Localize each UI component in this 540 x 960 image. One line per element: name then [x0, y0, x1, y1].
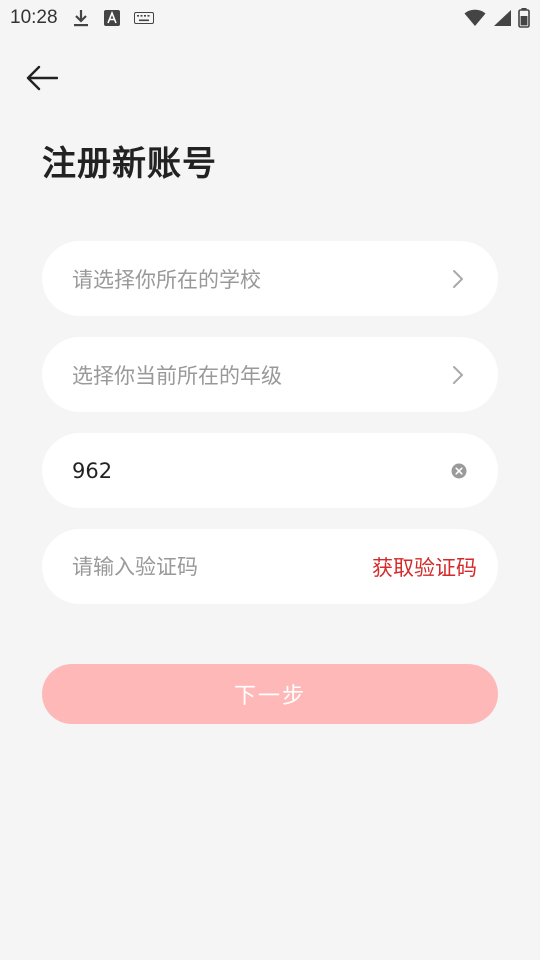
- chevron-right-icon: [448, 365, 468, 385]
- code-field[interactable]: 获取验证码: [42, 529, 498, 604]
- keyboard-icon: [133, 12, 154, 24]
- clear-icon[interactable]: [450, 462, 468, 480]
- font-a-icon: [103, 10, 120, 26]
- phone-input[interactable]: [72, 458, 450, 483]
- signal-icon: [492, 9, 512, 27]
- code-input[interactable]: [72, 554, 340, 579]
- school-select-placeholder: 请选择你所在的学校: [72, 267, 261, 292]
- grade-select-placeholder: 选择你当前所在的年级: [72, 363, 282, 388]
- get-code-button[interactable]: 获取验证码: [372, 552, 477, 582]
- school-select[interactable]: 请选择你所在的学校: [42, 241, 498, 316]
- chevron-right-icon: [448, 269, 468, 289]
- next-button[interactable]: 下一步: [42, 664, 498, 724]
- page-title: 注册新账号: [42, 144, 217, 184]
- status-bar: 10:28: [0, 0, 540, 36]
- status-time: 10:28: [10, 7, 58, 28]
- status-right: [464, 8, 530, 28]
- download-icon: [72, 8, 90, 28]
- back-button[interactable]: [22, 60, 62, 96]
- status-left: 10:28: [10, 7, 154, 29]
- grade-select[interactable]: 选择你当前所在的年级: [42, 337, 498, 412]
- arrow-left-icon: [26, 65, 58, 91]
- wifi-icon: [464, 9, 486, 27]
- phone-field[interactable]: [42, 433, 498, 508]
- battery-icon: [518, 8, 530, 28]
